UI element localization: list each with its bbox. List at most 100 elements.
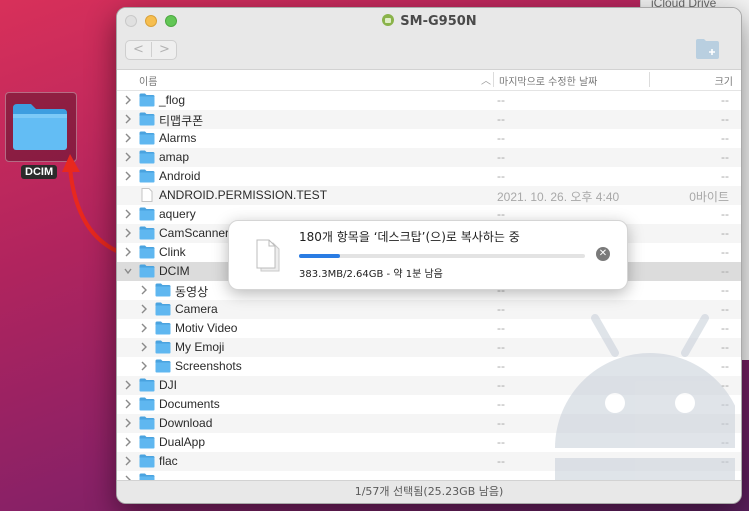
android-watermark-icon	[555, 314, 735, 498]
row-name: amap	[159, 150, 190, 164]
folder-icon	[139, 226, 155, 240]
disclosure-closed-icon[interactable]	[140, 361, 148, 371]
row-name: CamScanner	[159, 226, 230, 240]
disclosure-closed-icon[interactable]	[140, 323, 148, 333]
document-icon	[141, 188, 153, 202]
folder-icon	[139, 207, 155, 221]
row-name: DualApp	[159, 435, 206, 449]
window-title-text: SM-G950N	[400, 14, 477, 29]
table-row[interactable]: amap -- --	[117, 148, 741, 167]
row-name: Clink	[159, 245, 186, 259]
column-size[interactable]: 크기	[715, 73, 733, 88]
row-name: aquery	[159, 207, 196, 221]
window-title: SM-G950N	[117, 13, 741, 29]
android-device-icon	[382, 14, 395, 26]
row-date: --	[497, 93, 505, 107]
table-row[interactable]: ANDROID.PERMISSION.TEST 2021. 10. 26. 오후 …	[117, 186, 741, 205]
disclosure-closed-icon[interactable]	[124, 133, 132, 143]
row-name: Camera	[175, 302, 218, 316]
row-date: --	[497, 169, 505, 183]
row-date: --	[497, 302, 505, 316]
copy-progress-fill	[299, 254, 341, 258]
folder-icon	[139, 169, 155, 183]
row-date: --	[497, 150, 505, 164]
row-name: 동영상	[175, 285, 209, 299]
table-row[interactable]: Android -- --	[117, 167, 741, 186]
row-date: --	[497, 435, 505, 449]
copy-progress-status: 383.3MB/2.64GB - 약 1분 남음	[299, 269, 443, 280]
row-name: ANDROID.PERMISSION.TEST	[159, 188, 328, 202]
disclosure-closed-icon[interactable]	[124, 247, 132, 257]
documents-icon	[256, 239, 280, 272]
copy-progress-dialog: 180개 항목을 ‘데스크탑’(으)로 복사하는 중 383.3MB/2.64G…	[228, 220, 628, 290]
row-date: 2021. 10. 26. 오후 4:40	[497, 190, 620, 204]
folder-icon	[139, 435, 155, 449]
disclosure-closed-icon[interactable]	[124, 228, 132, 238]
row-size: --	[721, 226, 729, 240]
row-name: flac	[159, 454, 178, 468]
disclosure-closed-icon[interactable]	[124, 152, 132, 162]
column-name[interactable]: 이름	[139, 73, 157, 88]
disclosure-closed-icon[interactable]	[124, 399, 132, 409]
row-date: --	[497, 416, 505, 430]
row-date: --	[497, 340, 505, 354]
window-titlebar[interactable]: SM-G950N < >	[117, 8, 741, 70]
folder-icon	[155, 359, 171, 373]
disclosure-closed-icon[interactable]	[140, 304, 148, 314]
row-name: Android	[159, 169, 201, 183]
row-date: --	[497, 397, 505, 411]
row-date: --	[497, 378, 505, 392]
folder-icon	[139, 416, 155, 430]
row-name: _flog	[159, 93, 186, 107]
copy-progress-bar	[299, 254, 585, 258]
column-divider[interactable]	[493, 72, 494, 87]
table-row[interactable]: 티맵쿠폰 -- --	[117, 110, 741, 129]
column-divider[interactable]	[649, 72, 650, 87]
cancel-copy-button[interactable]: ✕	[596, 247, 610, 261]
row-name: Documents	[159, 397, 220, 411]
column-header: 이름 ︿ 마지막으로 수정한 날짜 크기	[117, 70, 741, 91]
table-row[interactable]: Alarms -- --	[117, 129, 741, 148]
row-size: --	[721, 131, 729, 145]
new-folder-icon[interactable]	[695, 38, 721, 60]
row-size: --	[721, 207, 729, 221]
folder-icon	[139, 454, 155, 468]
row-size: 0바이트	[689, 190, 729, 204]
row-size: --	[721, 283, 729, 297]
back-button[interactable]: <	[126, 42, 152, 57]
disclosure-closed-icon[interactable]	[124, 456, 132, 466]
disclosure-closed-icon[interactable]	[140, 285, 148, 295]
folder-icon	[139, 245, 155, 259]
row-date: --	[497, 131, 505, 145]
disclosure-closed-icon[interactable]	[124, 95, 132, 105]
row-size: --	[721, 169, 729, 183]
folder-icon	[139, 378, 155, 392]
folder-icon	[155, 340, 171, 354]
row-size: --	[721, 112, 729, 126]
disclosure-open-icon[interactable]	[124, 266, 132, 276]
disclosure-closed-icon[interactable]	[140, 342, 148, 352]
row-size: --	[721, 245, 729, 259]
folder-icon	[139, 150, 155, 164]
row-date: --	[497, 207, 505, 221]
status-bar: 1/57개 선택됨(25.23GB 남음)	[117, 480, 741, 503]
forward-button[interactable]: >	[152, 42, 177, 57]
row-name: DJI	[159, 378, 177, 392]
row-name: My Emoji	[175, 340, 225, 354]
nav-buttons: < >	[125, 40, 177, 60]
sort-indicator-icon: ︿	[481, 76, 491, 87]
folder-icon	[139, 264, 155, 278]
table-row[interactable]: _flog -- --	[117, 91, 741, 110]
folder-icon	[155, 302, 171, 316]
desktop-icon-label: DCIM	[21, 165, 58, 179]
folder-icon	[13, 104, 67, 150]
disclosure-closed-icon[interactable]	[124, 171, 132, 181]
disclosure-closed-icon[interactable]	[124, 437, 132, 447]
disclosure-closed-icon[interactable]	[124, 114, 132, 124]
disclosure-closed-icon[interactable]	[124, 418, 132, 428]
column-modified[interactable]: 마지막으로 수정한 날짜	[499, 73, 597, 88]
disclosure-closed-icon[interactable]	[124, 209, 132, 219]
row-size: --	[721, 264, 729, 278]
copy-message: 180개 항목을 ‘데스크탑’(으)로 복사하는 중	[299, 230, 520, 244]
disclosure-closed-icon[interactable]	[124, 380, 132, 390]
